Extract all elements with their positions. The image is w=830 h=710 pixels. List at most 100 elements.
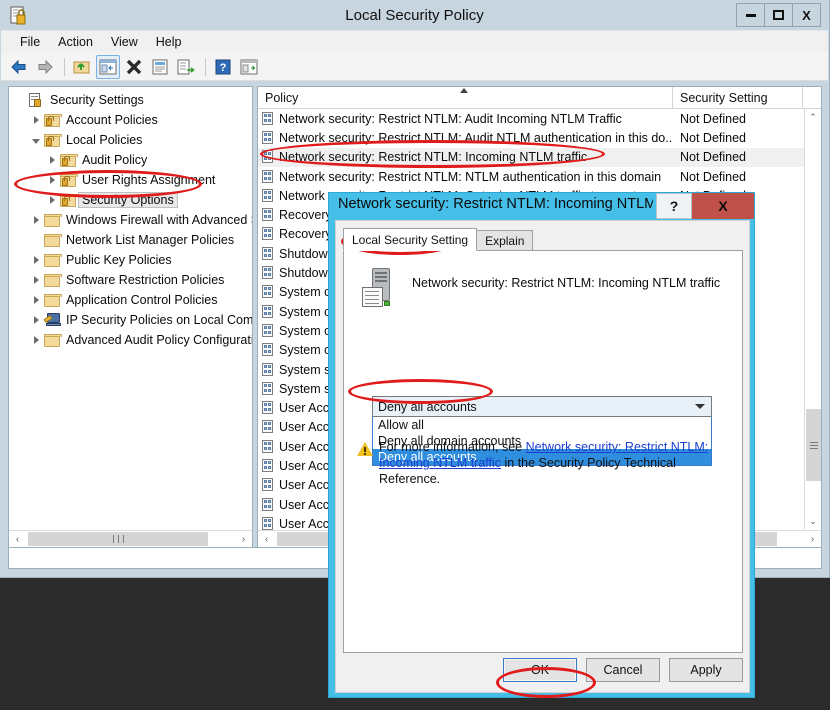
chevron-right-icon[interactable] [44,156,60,164]
toolbar-separator-2 [205,57,206,76]
computer-policy-icon [362,268,398,308]
ip-security-icon [43,313,62,327]
column-header-security-setting[interactable]: Security Setting [673,87,803,109]
tree-item-audit-policy[interactable]: Audit Policy [12,150,252,170]
tree-item-security-options[interactable]: Security Options [12,190,252,210]
policy-icon [261,285,275,299]
menubar: File Action View Help [1,30,828,53]
chevron-right-icon[interactable] [28,216,44,224]
tree-item-application-control-policies[interactable]: Application Control Policies [12,290,252,310]
table-row[interactable]: Network security: Restrict NTLM: Audit N… [258,128,804,147]
folder-icon [44,233,62,247]
back-icon[interactable] [7,55,31,79]
cancel-button[interactable]: Cancel [586,658,660,682]
option-allow-all[interactable]: Allow all [373,417,711,433]
ok-button[interactable]: OK [503,658,577,682]
warning-icon [357,442,373,457]
column-header-policy[interactable]: Policy [258,87,673,109]
screen-root: Wind Local Security Policy X File Act [0,0,830,710]
table-row[interactable]: Network security: Restrict NTLM: NTLM au… [258,167,804,186]
security-setting-cell: Not Defined [680,169,747,184]
policy-name: User Acc [279,516,330,530]
tab-local-security-setting[interactable]: Local Security Setting [343,228,478,251]
tree-item-public-key-policies[interactable]: Public Key Policies [12,250,252,270]
tree-horizontal-scrollbar[interactable]: ‹ › [9,530,252,547]
tree-item-windows-firewall-with-advanced-secu[interactable]: Windows Firewall with Advanced Secu [12,210,252,230]
setting-combobox[interactable]: Deny all accounts [372,396,712,417]
list-scroll-up-arrow[interactable]: ⌃ [805,109,821,126]
tree-scroll-left-arrow[interactable]: ‹ [9,531,26,547]
policy-name: System s [279,381,331,396]
chevron-right-icon[interactable] [28,316,44,324]
dialog-close-button[interactable]: X [692,193,754,219]
folder-icon [44,273,62,287]
tree-item-software-restriction-policies[interactable]: Software Restriction Policies [12,270,252,290]
chevron-right-icon[interactable] [28,296,44,304]
policy-icon [261,420,275,434]
policy-properties-dialog: Network security: Restrict NTLM: Incomin… [328,192,755,698]
chevron-right-icon[interactable] [44,176,60,184]
properties-icon[interactable] [148,55,172,79]
forward-icon[interactable] [33,55,57,79]
tree-item-account-policies[interactable]: Account Policies [12,110,252,130]
export-list-icon[interactable] [174,55,198,79]
menu-file[interactable]: File [11,32,49,52]
tree-item-ip-security-policies-on-local-compute[interactable]: IP Security Policies on Local Compute [12,310,252,330]
dialog-help-button[interactable]: ? [656,193,692,219]
chevron-right-icon[interactable] [28,256,44,264]
show-hide-tree-icon[interactable] [96,54,120,79]
toolbar: ? [1,53,828,81]
policy-list-vertical-scrollbar[interactable]: ⌃ ⌄ [804,109,821,530]
tree-scroll-right-arrow[interactable]: › [235,531,252,547]
dialog-policy-name: Network security: Restrict NTLM: Incomin… [412,276,721,290]
tree-item-user-rights-assignment[interactable]: User Rights Assignment [12,170,252,190]
list-scroll-thumb[interactable] [806,409,821,481]
table-row[interactable]: Network security: Restrict NTLM: Incomin… [258,147,804,167]
policy-name: System s [279,362,331,377]
maximize-button[interactable] [764,3,793,27]
chevron-down-icon[interactable] [28,137,44,144]
menu-view[interactable]: View [102,32,147,52]
warning-text-prefix: For more information, see [379,440,526,454]
table-row[interactable]: Network security: Restrict NTLM: Audit I… [258,109,804,128]
minimize-button[interactable] [736,3,765,27]
up-folder-icon[interactable] [70,55,94,79]
list-scroll-left-arrow[interactable]: ‹ [258,531,275,547]
policy-name: Network security: Restrict NTLM: Audit I… [279,111,622,126]
help-icon[interactable]: ? [211,55,235,79]
policy-icon [261,516,275,530]
tab-explain[interactable]: Explain [476,230,534,251]
tree-item-security-settings[interactable]: Security Settings [12,90,252,110]
policy-cell: Network security: Restrict NTLM: Incomin… [258,150,673,164]
security-settings-icon [28,92,46,108]
list-scroll-right-arrow[interactable]: › [804,531,821,547]
policy-name: Recovery [279,208,332,223]
folder-icon [44,333,62,347]
tree-item-label: Application Control Policies [66,293,218,307]
chevron-right-icon[interactable] [28,116,44,124]
policy-icon [261,169,275,184]
sort-ascending-icon [460,88,468,93]
menu-help[interactable]: Help [147,32,191,52]
delete-icon[interactable] [122,55,146,79]
tree-item-advanced-audit-policy-configuration[interactable]: Advanced Audit Policy Configuration [12,330,252,350]
chevron-right-icon[interactable] [28,276,44,284]
tree-scroll-track[interactable] [26,531,235,547]
tree-scroll-thumb[interactable] [28,532,208,546]
chevron-right-icon[interactable] [28,336,44,344]
menu-action[interactable]: Action [49,32,102,52]
window-titlebar: Local Security Policy X [0,0,829,30]
list-scroll-down-arrow[interactable]: ⌄ [805,513,821,530]
apply-button[interactable]: Apply [669,658,743,682]
chevron-right-icon[interactable] [44,196,60,204]
tree-item-local-policies[interactable]: Local Policies [12,130,252,150]
console-tree[interactable]: Security Settings Account Policies Local P… [9,87,252,530]
policy-icon [261,381,275,396]
policy-name: User Acc [279,439,330,454]
tree-item-network-list-manager-policies[interactable]: Network List Manager Policies [12,230,252,250]
chevron-down-icon[interactable] [695,404,705,409]
show-pane-icon[interactable] [237,55,261,79]
close-button[interactable]: X [792,3,821,27]
security-setting-cell: Not Defined [680,130,747,145]
tree-item-label: Security Options [78,192,178,208]
